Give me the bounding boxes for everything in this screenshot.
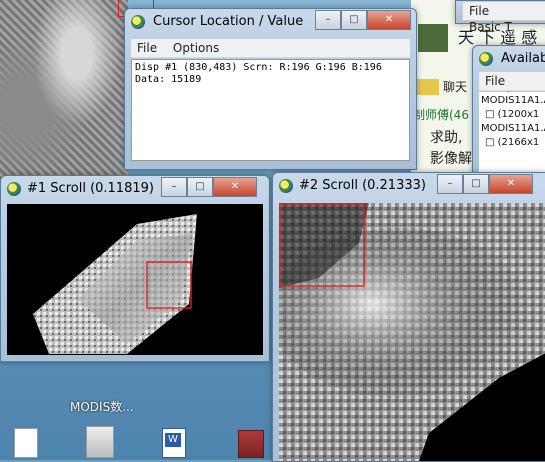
cursor-location-window[interactable]: Cursor Location / Value – □ ✕ File Optio… — [124, 8, 417, 170]
list-item[interactable]: □ (2166x1 — [481, 136, 545, 150]
forum-text-line2: 影像解 — [430, 151, 472, 167]
maximize-button[interactable]: □ — [463, 174, 489, 194]
minimize-button[interactable]: – — [161, 177, 187, 197]
satellite-image-1 — [33, 214, 197, 354]
envi-app-icon — [479, 52, 493, 66]
menu-file[interactable]: File — [463, 2, 495, 18]
minimize-button[interactable]: – — [437, 174, 463, 194]
blank-document-icon[interactable] — [14, 428, 38, 458]
cursor-value-readout: Disp #1 (830,483) Scrn: R:196 G:196 B:19… — [131, 59, 410, 161]
menu-options[interactable]: Options — [167, 39, 225, 55]
menu-basic-tools[interactable]: Basic T — [463, 18, 518, 34]
close-button[interactable]: ✕ — [489, 174, 533, 194]
word-document-icon[interactable]: W — [162, 428, 186, 458]
window-title: Cursor Location / Value — [153, 14, 304, 29]
maximize-button[interactable]: □ — [341, 10, 367, 30]
archive-icon[interactable] — [238, 430, 264, 458]
close-button[interactable]: ✕ — [367, 10, 411, 30]
scroll2-image[interactable] — [279, 203, 545, 461]
file-icon[interactable] — [86, 426, 114, 458]
desktop-label[interactable]: MODIS数... — [70, 398, 134, 415]
data-value-line: Data: 15189 — [135, 74, 202, 85]
bands-list[interactable]: MODIS11A1.A20 □ (1200x1 MODIS11A1.A20 □ … — [479, 92, 545, 176]
list-item[interactable]: MODIS11A1.A20 — [481, 122, 545, 136]
forum-text-line1: 求助, — [430, 130, 463, 146]
envi-app-icon — [7, 182, 21, 196]
maximize-button[interactable]: □ — [187, 177, 213, 197]
chat-icon[interactable] — [417, 79, 439, 95]
menu-file[interactable]: File — [131, 39, 163, 55]
forum-avatar — [418, 24, 448, 52]
envi-app-icon — [279, 179, 293, 193]
close-button[interactable]: ✕ — [213, 177, 257, 197]
window-title: #2 Scroll (0.21333) — [299, 178, 426, 193]
window-title: Available — [501, 51, 545, 66]
forum-link[interactable]: 制师傅(46 — [413, 106, 469, 123]
title-bar[interactable]: #1 Scroll (0.11819) – □ ✕ — [1, 176, 269, 204]
scroll1-window[interactable]: #1 Scroll (0.11819) – □ ✕ — [0, 175, 270, 362]
title-bar[interactable]: #2 Scroll (0.21333) – □ ✕ — [273, 173, 545, 201]
title-bar[interactable]: Cursor Location / Value – □ ✕ — [125, 9, 416, 37]
top-partial-window: File Basic T — [455, 0, 545, 34]
minimize-button[interactable]: – — [315, 10, 341, 30]
menu-bar: File Options — [131, 39, 410, 58]
scroll1-image[interactable] — [7, 204, 263, 355]
display-coords-line: Disp #1 (830,483) Scrn: R:196 G:196 B:19… — [135, 62, 382, 73]
scroll2-window[interactable]: #2 Scroll (0.21333) – □ ✕ — [272, 172, 545, 462]
satellite-image-2 — [279, 203, 545, 461]
list-item[interactable]: □ (1200x1 — [481, 108, 545, 122]
window-title: #1 Scroll (0.11819) — [27, 181, 154, 196]
envi-app-icon — [131, 15, 145, 29]
background-raster-image — [0, 0, 128, 180]
list-item[interactable]: MODIS11A1.A20 — [481, 94, 545, 108]
available-bands-window[interactable]: Available File Optio MODIS11A1.A20 □ (12… — [472, 45, 545, 177]
menu-file[interactable]: File — [479, 72, 511, 88]
chat-link[interactable]: 聊天 — [443, 78, 467, 95]
